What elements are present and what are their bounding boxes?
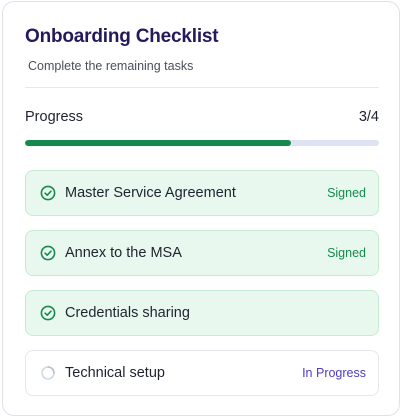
progress-bar-fill: [25, 140, 291, 146]
task-label: Master Service Agreement: [65, 185, 236, 201]
card-subtitle: Complete the remaining tasks: [28, 59, 194, 73]
task-item-technical-setup[interactable]: Technical setup In Progress: [25, 350, 379, 396]
task-item-master-service-agreement[interactable]: Master Service Agreement Signed: [25, 170, 379, 216]
status-badge: In Progress: [302, 366, 366, 380]
card-title: Onboarding Checklist: [25, 26, 219, 47]
check-circle-icon: [40, 305, 56, 321]
task-list: Master Service Agreement Signed Annex to…: [25, 170, 379, 410]
progress-count: 3/4: [358, 109, 379, 125]
status-badge: Signed: [327, 246, 366, 260]
task-label: Annex to the MSA: [65, 245, 182, 261]
check-circle-icon: [40, 185, 56, 201]
task-label: Technical setup: [65, 365, 165, 381]
loading-spinner-icon: [40, 365, 56, 381]
task-label: Credentials sharing: [65, 305, 190, 321]
divider: [25, 87, 379, 88]
onboarding-checklist-card: Onboarding Checklist Complete the remain…: [2, 1, 400, 416]
status-badge: Signed: [327, 186, 366, 200]
progress-bar: [25, 140, 379, 146]
task-item-annex-to-the-msa[interactable]: Annex to the MSA Signed: [25, 230, 379, 276]
progress-label: Progress: [25, 109, 84, 125]
task-item-credentials-sharing[interactable]: Credentials sharing: [25, 290, 379, 336]
check-circle-icon: [40, 245, 56, 261]
